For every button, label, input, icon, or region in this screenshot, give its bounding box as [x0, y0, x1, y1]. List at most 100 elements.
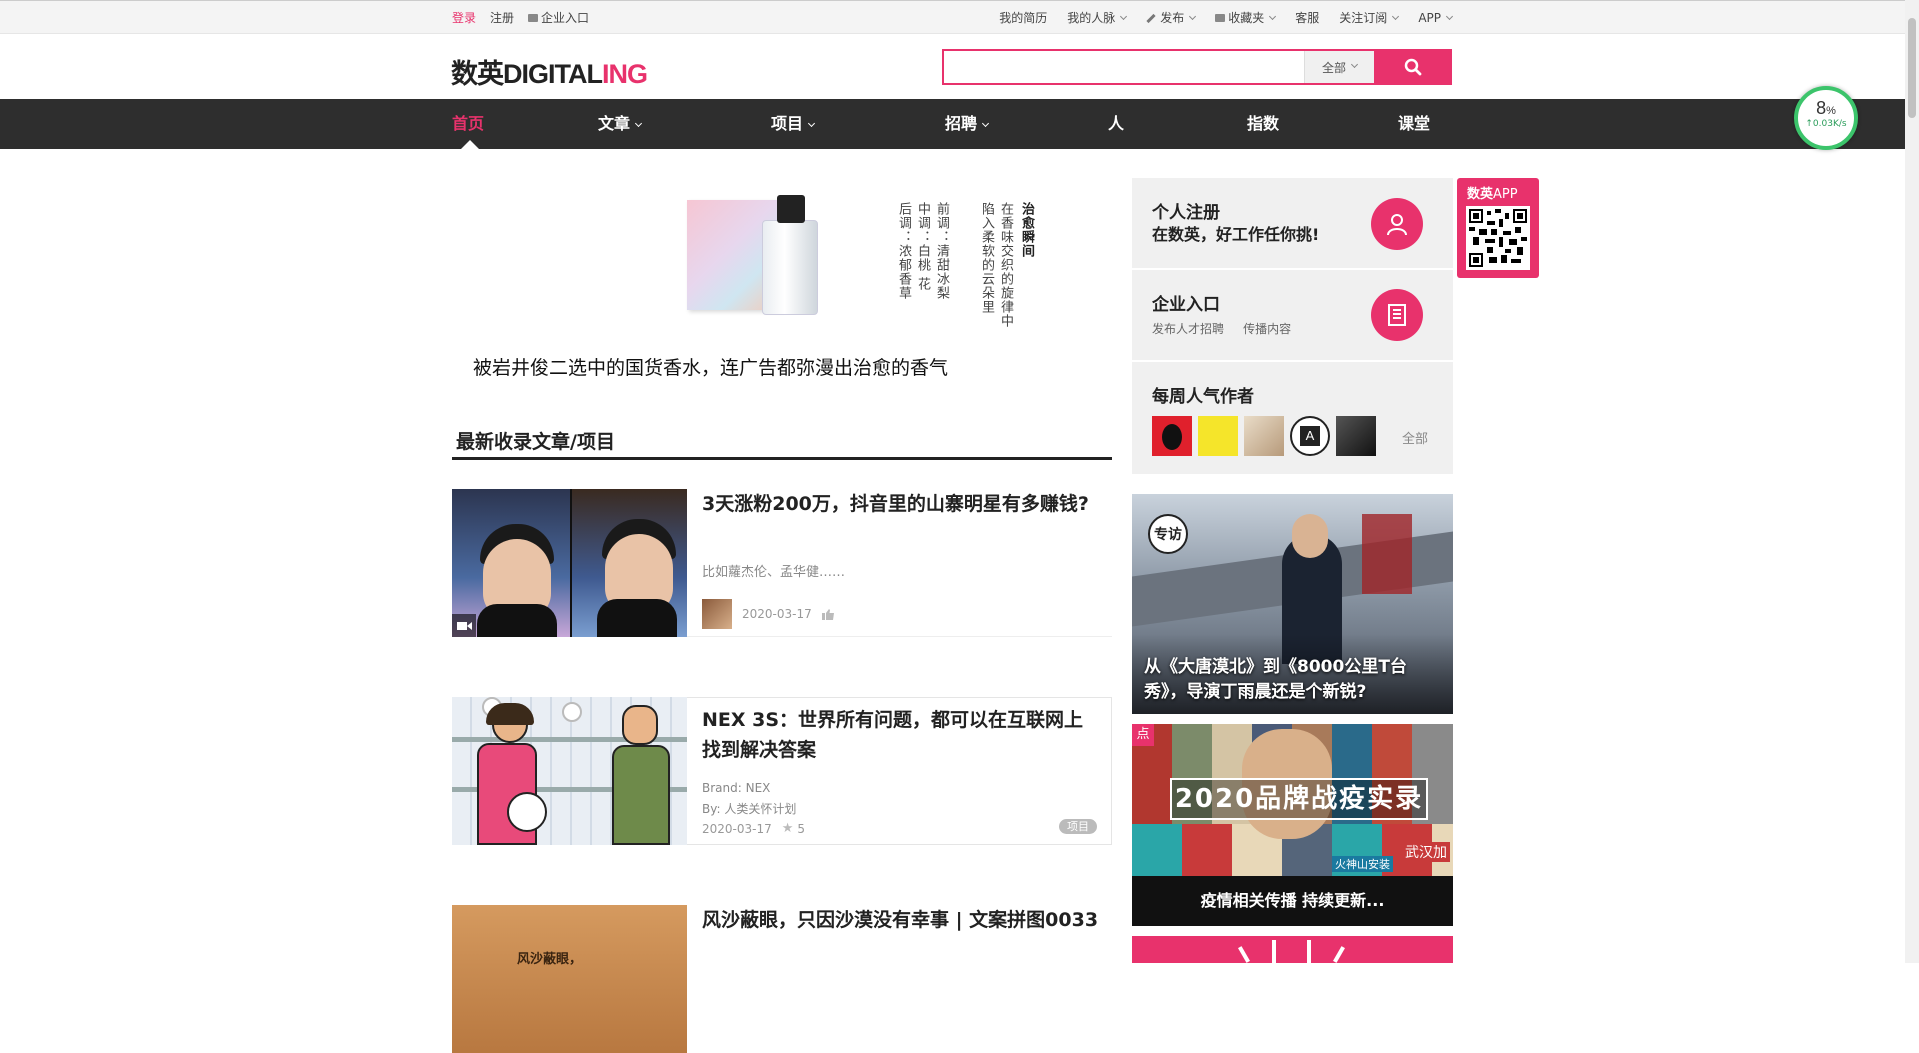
chevron-down-icon: [634, 119, 643, 128]
chevron-down-icon: [1189, 12, 1197, 21]
nav-jobs[interactable]: 招聘: [945, 99, 990, 149]
chevron-down-icon: [1392, 12, 1400, 21]
star-icon[interactable]: ★: [782, 821, 794, 836]
chevron-down-icon: [1445, 12, 1454, 20]
epidemic-promo[interactable]: 点 2020品牌战疫实录 火神山安装 武汉加 疫情相关传播 持续更新...: [1132, 724, 1453, 926]
nav-jobs-label: 招聘: [945, 114, 978, 133]
nav-index[interactable]: 指数: [1247, 99, 1279, 149]
author-avatar[interactable]: A: [1290, 416, 1330, 456]
promo-badge: 点: [1132, 724, 1154, 746]
publish-label: 发布: [1160, 11, 1185, 25]
author-avatar[interactable]: [1198, 416, 1238, 456]
nav-classroom[interactable]: 课堂: [1398, 99, 1430, 149]
speed-value: 8: [1816, 98, 1827, 118]
qr-label-brand: 数英: [1467, 187, 1494, 202]
qr-code: [1466, 206, 1530, 270]
qr-label-app: APP: [1493, 187, 1518, 202]
project-card[interactable]: NEX 3S：世界所有问题，都可以在互联网上找到解决答案 Brand: NEX …: [452, 697, 1112, 845]
author-avatar[interactable]: [1336, 416, 1376, 456]
enterprise-title: 企业入口: [1152, 295, 1220, 315]
subscriptions-menu[interactable]: 关注订阅: [1339, 9, 1400, 26]
pink-promo[interactable]: [1132, 936, 1453, 963]
article-card[interactable]: 风沙蔽眼， 风沙蔽眼，只因沙漠没有幸事 | 文案拼图0033: [452, 905, 1112, 1053]
app-menu[interactable]: APP: [1418, 10, 1454, 25]
login-link[interactable]: 登录: [452, 9, 476, 26]
enterprise-entry-link[interactable]: 企业入口: [528, 9, 589, 26]
favorites-menu[interactable]: 收藏夹: [1215, 9, 1277, 26]
article-card[interactable]: 3天涨粉200万，抖音里的山寨明星有多赚钱? 比如蘿杰伦、孟华健…… 2020-…: [452, 489, 1112, 637]
project-title[interactable]: NEX 3S：世界所有问题，都可以在互联网上找到解决答案: [702, 705, 1102, 765]
article-title[interactable]: 3天涨粉200万，抖音里的山寨明星有多赚钱?: [702, 489, 1102, 519]
register-link[interactable]: 注册: [490, 9, 514, 26]
latest-section-header: 最新收录文章/项目: [452, 425, 1112, 460]
article-thumbnail[interactable]: 风沙蔽眼，: [452, 905, 687, 1053]
author-avatar[interactable]: [702, 599, 732, 629]
pencil-icon: [1146, 13, 1156, 24]
enterprise-subtitle: 发布人才招聘 传播内容: [1152, 322, 1292, 336]
nav-articles-label: 文章: [598, 114, 631, 133]
my-contacts-menu[interactable]: 我的人脉: [1067, 9, 1128, 26]
nav-projects[interactable]: 项目: [771, 99, 816, 149]
interview-promo[interactable]: 专访 从《大唐漠北》到《8000公里T台秀》，导演丁雨晨还是个新锐?: [1132, 494, 1453, 714]
speed-unit: %: [1826, 105, 1836, 117]
personal-register-card[interactable]: 个人注册 在数英，好工作任你挑!: [1132, 178, 1453, 268]
user-icon[interactable]: [1371, 198, 1423, 250]
article-title[interactable]: 风沙蔽眼，只因沙漠没有幸事 | 文案拼图0033: [702, 905, 1102, 935]
project-meta: 2020-03-17 ★ 5: [702, 821, 805, 836]
perfume-bottle: [762, 220, 818, 315]
banner-text-5: 中调：白桃 花: [915, 202, 930, 292]
project-tag: 项目: [1059, 819, 1097, 834]
promo-caption: 疫情相关传播 持续更新...: [1132, 876, 1453, 926]
banner-text-6: 后调：浓郁香草: [896, 202, 911, 300]
chevron-down-icon: [1350, 60, 1359, 68]
qr-label: 数英APP: [1467, 183, 1518, 202]
nav-people[interactable]: 人: [1108, 99, 1124, 149]
enterprise-entry-card[interactable]: 企业入口 发布人才招聘 传播内容: [1132, 270, 1453, 360]
enterprise-entry-label: 企业入口: [541, 11, 590, 25]
promo-extra-2: 武汉加: [1402, 842, 1450, 862]
app-qr-badge[interactable]: 数英APP: [1457, 178, 1539, 278]
section-title: 最新收录文章/项目: [456, 431, 615, 453]
building-icon[interactable]: [1371, 289, 1423, 341]
featured-banner[interactable]: 治愈瞬间 在香味交织的旋律中 陷入柔软的云朵里 前调：清甜冰梨 中调：白桃 花 …: [452, 175, 1112, 379]
register-subtitle: 在数英，好工作任你挑!: [1152, 225, 1320, 244]
nav-articles[interactable]: 文章: [598, 99, 643, 149]
author-avatar[interactable]: [1244, 416, 1284, 456]
banner-text-2: 在香味交织的旋律中: [998, 202, 1013, 328]
customer-service-link[interactable]: 客服: [1295, 9, 1319, 26]
logo-en-accent: ING: [601, 59, 648, 89]
project-byline: By: 人类关怀计划: [702, 802, 797, 816]
banner-title[interactable]: 被岩井俊二选中的国货香水，连广告都弥漫出治愈的香气: [473, 353, 948, 380]
article-meta: 2020-03-17: [702, 599, 834, 629]
promo-title: 2020品牌战疫实录: [1170, 778, 1428, 820]
project-date: 2020-03-17: [702, 821, 772, 836]
my-resume-link[interactable]: 我的简历: [999, 9, 1047, 26]
scrollbar-thumb[interactable]: [1908, 18, 1916, 118]
article-description: 比如蘿杰伦、孟华健……: [702, 565, 846, 580]
search-icon: [1404, 58, 1422, 76]
thumbs-up-icon[interactable]: [821, 608, 834, 620]
search-scope-select[interactable]: 全部: [1304, 51, 1374, 83]
logo-cn: 数英: [451, 59, 504, 89]
perfume-cap: [777, 195, 805, 223]
video-icon: [452, 614, 476, 637]
site-logo[interactable]: 数英DIGITALING: [451, 52, 648, 91]
all-authors-link[interactable]: 全部: [1402, 428, 1428, 447]
chevron-down-icon: [807, 119, 816, 128]
publish-menu[interactable]: 发布: [1146, 9, 1197, 26]
article-thumbnail[interactable]: [452, 697, 687, 845]
search-bar: 全部: [942, 49, 1452, 85]
article-thumbnail[interactable]: [452, 489, 687, 637]
project-star-count: 5: [797, 821, 806, 836]
author-avatar[interactable]: [1152, 416, 1192, 456]
page-scrollbar[interactable]: [1905, 0, 1919, 963]
banner-text-3: 陷入柔软的云朵里: [979, 202, 994, 314]
chevron-down-icon: [1269, 12, 1277, 21]
search-input[interactable]: [944, 51, 1304, 83]
author-avatar-list: A: [1152, 416, 1376, 456]
network-speed-widget[interactable]: 8% ↑0.03K/s: [1794, 86, 1858, 150]
my-contacts-label: 我的人脉: [1067, 11, 1116, 25]
search-button[interactable]: [1374, 49, 1452, 85]
app-label: APP: [1418, 10, 1441, 25]
promo-extra-1: 火神山安装: [1332, 856, 1393, 872]
